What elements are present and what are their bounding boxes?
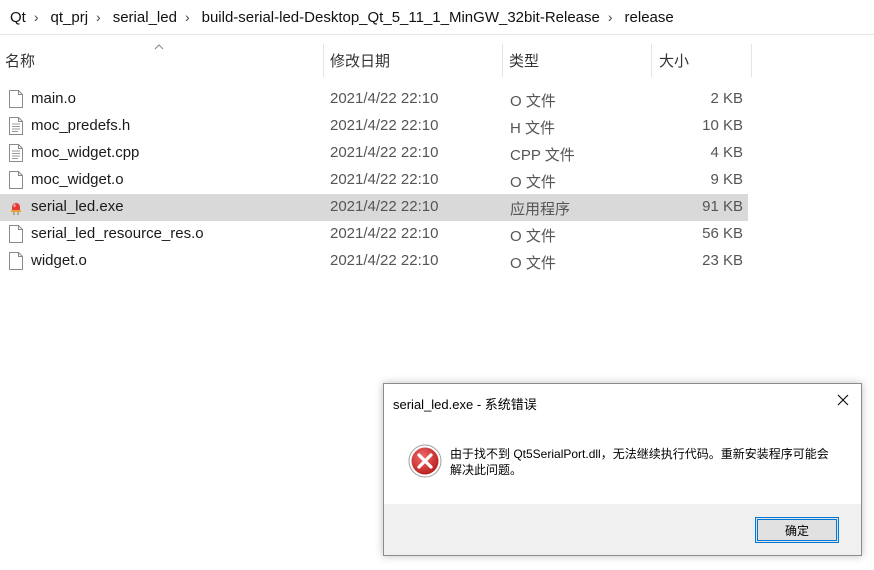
file-type: CPP 文件 — [510, 147, 575, 164]
column-divider[interactable] — [751, 44, 752, 77]
dialog-title: serial_led.exe - 系统错误 — [393, 397, 537, 412]
file-date: 2021/4/22 22:10 — [330, 198, 439, 215]
file-size: 2 KB — [710, 90, 743, 107]
file-row[interactable]: moc_predefs.h 2021/4/22 22:10 H 文件 10 KB — [0, 113, 748, 140]
dialog-message: 由于找不到 Qt5SerialPort.dll，无法继续执行代码。重新安装程序可… — [450, 447, 829, 477]
file-size: 23 KB — [702, 252, 743, 269]
dialog-footer: 确定 — [384, 504, 861, 555]
file-size: 91 KB — [702, 198, 743, 215]
file-row[interactable]: serial_led_resource_res.o 2021/4/22 22:1… — [0, 221, 748, 248]
breadcrumb-item-build-dir[interactable]: build-serial-led-Desktop_Qt_5_11_1_MinGW… — [192, 9, 606, 26]
file-type: 应用程序 — [510, 201, 571, 218]
file-date: 2021/4/22 22:10 — [330, 117, 439, 134]
chevron-right-icon[interactable]: › — [94, 9, 103, 25]
file-row[interactable]: main.o 2021/4/22 22:10 O 文件 2 KB — [0, 86, 748, 113]
file-type: O 文件 — [510, 228, 556, 245]
chevron-right-icon[interactable]: › — [606, 9, 615, 25]
file-date: 2021/4/22 22:10 — [330, 225, 439, 242]
chevron-right-icon[interactable]: › — [183, 9, 192, 25]
file-row[interactable]: moc_widget.cpp 2021/4/22 22:10 CPP 文件 4 … — [0, 140, 748, 167]
divider — [0, 34, 874, 35]
blank-file-icon — [9, 225, 23, 243]
error-dialog: serial_led.exe - 系统错误 由于找不到 Qt5SerialPor… — [383, 383, 862, 556]
ok-button[interactable]: 确定 — [755, 517, 839, 543]
column-header-name-label: 名称 — [5, 53, 36, 70]
text-file-icon — [9, 144, 23, 162]
file-row-selected[interactable]: serial_led.exe 2021/4/22 22:10 应用程序 91 K… — [0, 194, 748, 221]
file-type: H 文件 — [510, 120, 556, 137]
file-name: moc_widget.o — [31, 171, 124, 188]
file-size: 4 KB — [710, 144, 743, 161]
column-header-size[interactable]: 大小 — [654, 44, 751, 77]
text-file-icon — [9, 117, 23, 135]
column-header-type[interactable]: 类型 — [504, 44, 651, 77]
breadcrumb-item-serial-led[interactable]: serial_led — [103, 9, 183, 26]
breadcrumb-item-release[interactable]: release — [615, 9, 680, 26]
column-divider[interactable] — [323, 44, 324, 77]
column-header-type-label: 类型 — [509, 53, 540, 70]
file-size: 9 KB — [710, 171, 743, 188]
breadcrumb-item-qt[interactable]: Qt — [0, 9, 32, 26]
column-header-date-label: 修改日期 — [330, 53, 391, 70]
file-type: O 文件 — [510, 174, 556, 191]
file-name: serial_led_resource_res.o — [31, 225, 204, 242]
file-name: moc_predefs.h — [31, 117, 131, 134]
file-name: main.o — [31, 90, 77, 107]
blank-file-icon — [9, 90, 23, 108]
file-name: moc_widget.cpp — [31, 144, 140, 161]
file-row[interactable]: widget.o 2021/4/22 22:10 O 文件 23 KB — [0, 248, 748, 275]
close-button[interactable] — [825, 385, 861, 415]
dialog-body: 由于找不到 Qt5SerialPort.dll，无法继续执行代码。重新安装程序可… — [384, 416, 861, 504]
blank-file-icon — [9, 252, 23, 270]
ok-button-label: 确定 — [784, 523, 809, 538]
column-divider[interactable] — [502, 44, 503, 77]
blank-file-icon — [9, 171, 23, 189]
file-type: O 文件 — [510, 93, 556, 110]
file-date: 2021/4/22 22:10 — [330, 90, 439, 107]
file-type: O 文件 — [510, 255, 556, 272]
file-row[interactable]: moc_widget.o 2021/4/22 22:10 O 文件 9 KB — [0, 167, 748, 194]
file-size: 10 KB — [702, 117, 743, 134]
file-date: 2021/4/22 22:10 — [330, 144, 439, 161]
file-name: serial_led.exe — [31, 198, 124, 215]
column-divider[interactable] — [651, 44, 652, 77]
breadcrumb: Qt › qt_prj › serial_led › build-serial-… — [0, 0, 874, 34]
breadcrumb-item-qt-prj[interactable]: qt_prj — [41, 9, 95, 26]
file-size: 56 KB — [702, 225, 743, 242]
column-header-size-label: 大小 — [659, 53, 690, 70]
error-icon — [408, 444, 442, 478]
file-date: 2021/4/22 22:10 — [330, 252, 439, 269]
column-header-date[interactable]: 修改日期 — [325, 44, 502, 77]
chevron-right-icon[interactable]: › — [32, 9, 41, 25]
column-header-name[interactable]: 名称 — [0, 44, 323, 77]
close-icon — [837, 394, 849, 406]
file-name: widget.o — [31, 252, 87, 269]
led-app-icon — [11, 203, 21, 215]
file-date: 2021/4/22 22:10 — [330, 171, 439, 188]
